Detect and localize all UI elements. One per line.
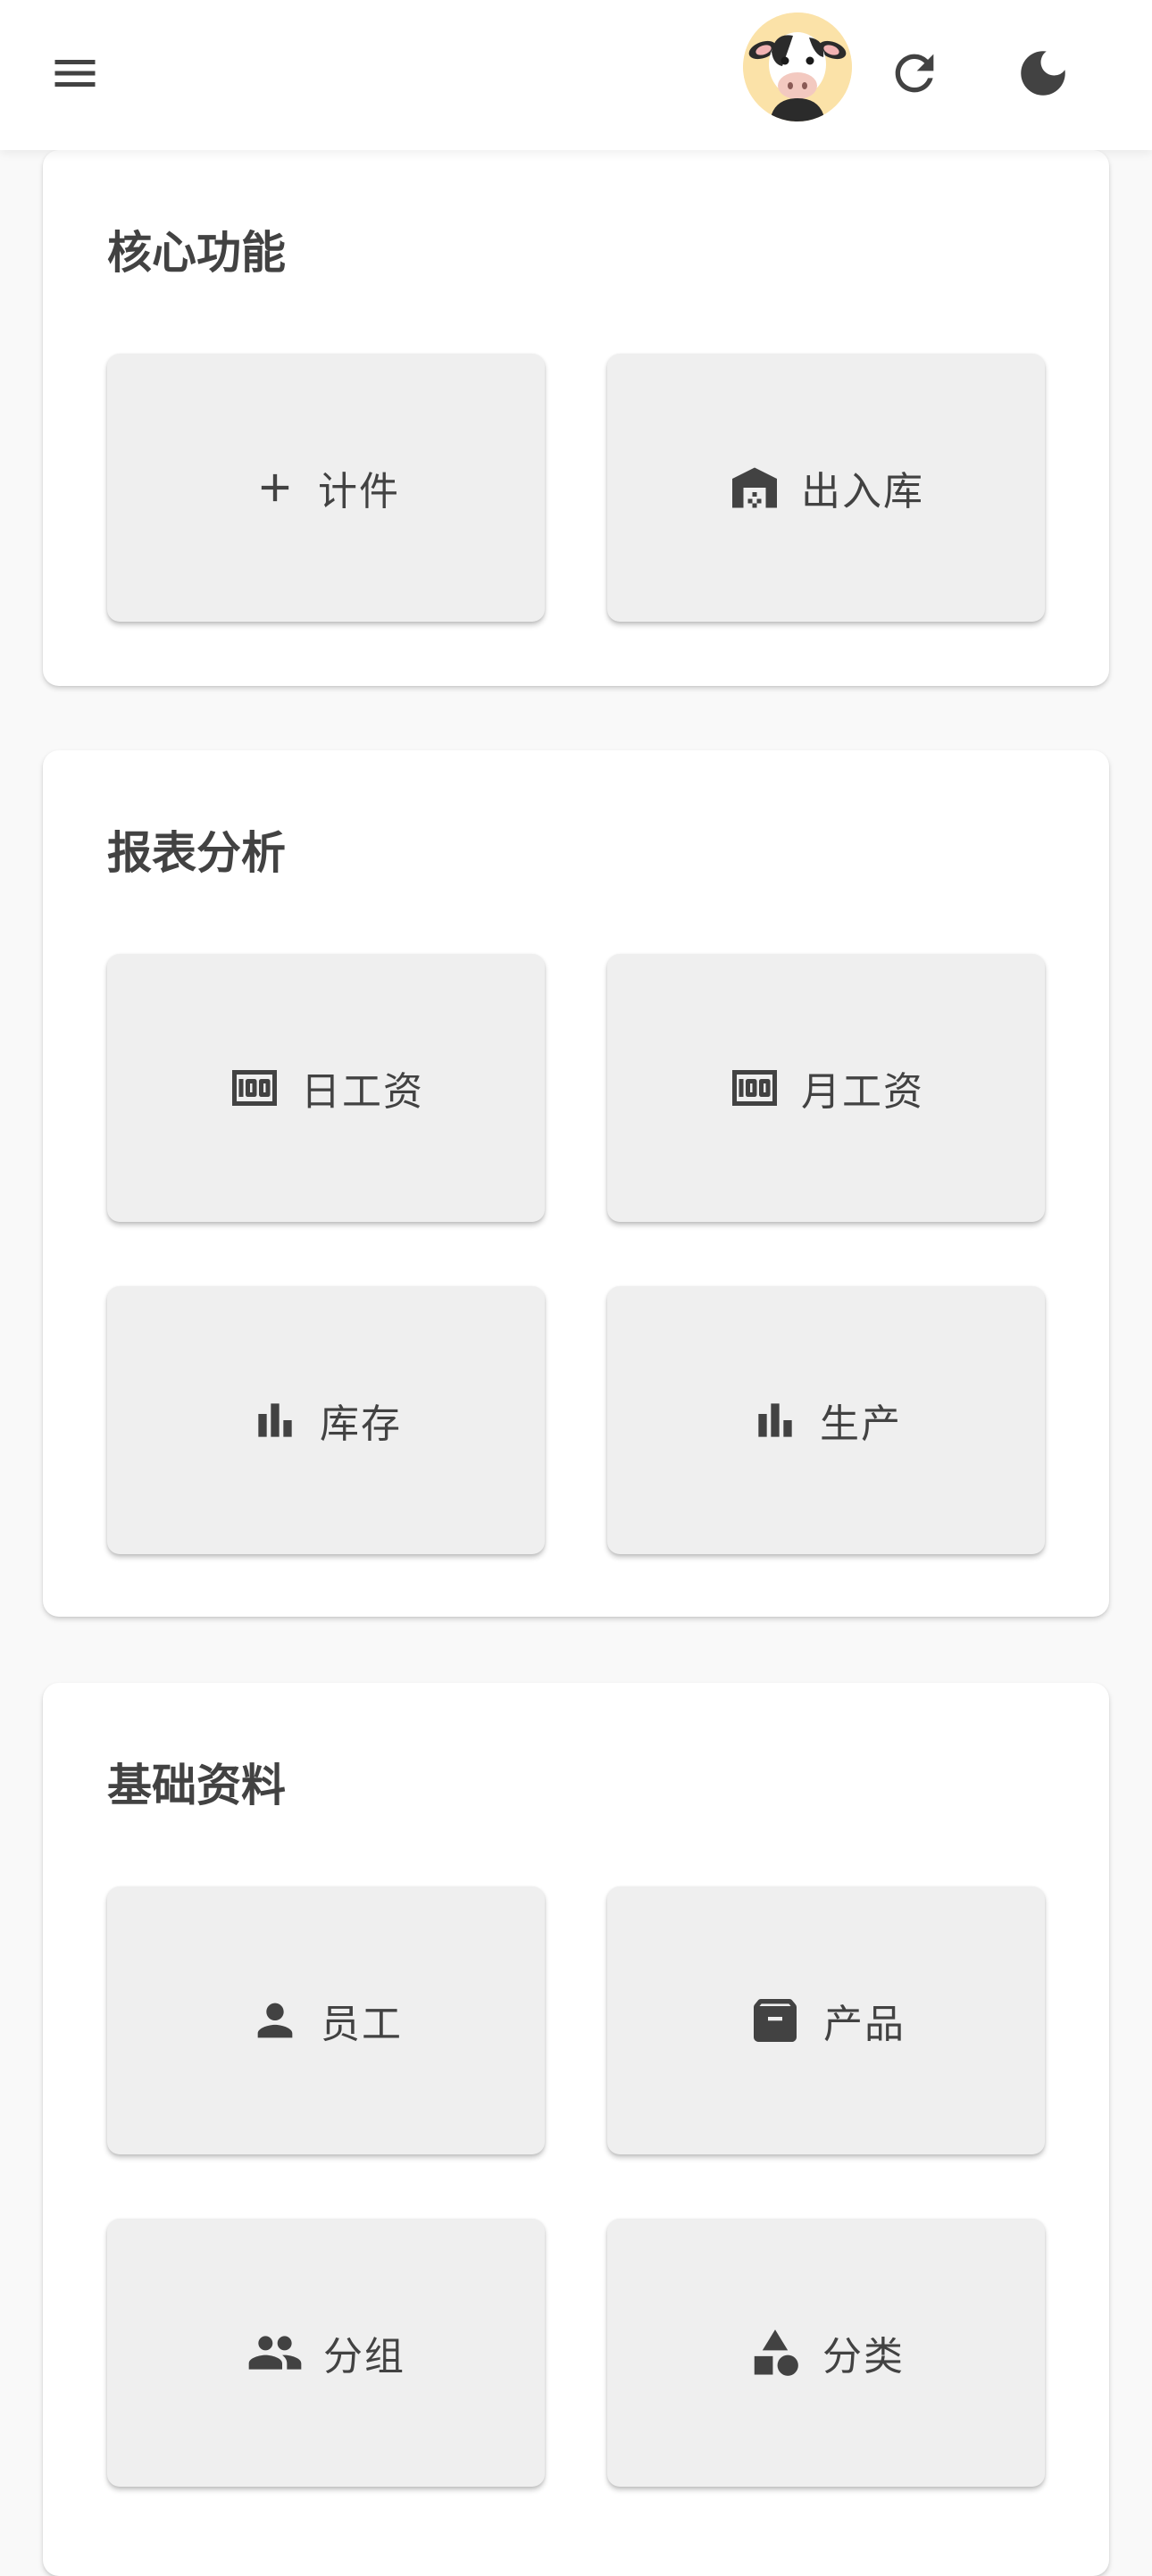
- tile-label: 产品: [823, 2002, 906, 2047]
- tile-group[interactable]: 分组: [107, 2219, 545, 2487]
- section-title: 报表分析: [107, 827, 286, 879]
- bar-chart-icon: [250, 1395, 300, 1445]
- tile-label: 出入库: [801, 469, 924, 514]
- money-icon: [728, 1061, 781, 1115]
- menu-icon: [48, 46, 102, 104]
- menu-button[interactable]: [32, 32, 118, 118]
- person-icon: [249, 1995, 301, 2046]
- tile-category[interactable]: 分类: [607, 2219, 1045, 2487]
- tile-warehouse[interactable]: 出入库: [607, 354, 1045, 622]
- tile-daily-wage[interactable]: 日工资: [107, 954, 545, 1222]
- bar-chart-icon: [750, 1395, 800, 1445]
- category-icon: [747, 2325, 803, 2380]
- tile-label: 分组: [323, 2334, 405, 2379]
- section-reports: 报表分析 日工资 月工资 库存 生产: [43, 750, 1109, 1617]
- group-icon: [246, 2324, 304, 2381]
- archive-icon: [747, 1992, 804, 2049]
- tile-label: 库存: [320, 1401, 402, 1447]
- dark-mode-icon: [1014, 44, 1073, 106]
- tile-production-report[interactable]: 生产: [607, 1286, 1045, 1554]
- tile-label: 日工资: [301, 1069, 424, 1115]
- tile-employee[interactable]: 员工: [107, 1886, 545, 2154]
- tile-label: 员工: [321, 2002, 403, 2047]
- tile-label: 计件: [318, 469, 400, 514]
- plus-icon: [252, 464, 298, 511]
- section-basic-data: 基础资料 员工 产品 分组 分类: [43, 1683, 1109, 2576]
- section-core: 核心功能 计件 出入库: [43, 150, 1109, 686]
- tile-label: 分类: [822, 2334, 905, 2379]
- tile-inventory-report[interactable]: 库存: [107, 1286, 545, 1554]
- money-icon: [228, 1061, 281, 1115]
- tile-product[interactable]: 产品: [607, 1886, 1045, 2154]
- dark-mode-button[interactable]: [1000, 32, 1086, 118]
- tile-piecework[interactable]: 计件: [107, 354, 545, 622]
- refresh-icon: [886, 45, 943, 105]
- section-title: 基础资料: [107, 1760, 286, 1811]
- tile-label: 生产: [820, 1401, 902, 1447]
- tile-label: 月工资: [801, 1069, 924, 1115]
- tile-monthly-wage[interactable]: 月工资: [607, 954, 1045, 1222]
- cow-avatar-icon: [743, 13, 852, 121]
- app-bar: [0, 0, 1152, 150]
- warehouse-icon: [728, 461, 781, 514]
- refresh-button[interactable]: [872, 32, 957, 118]
- avatar[interactable]: [743, 13, 852, 121]
- section-title: 核心功能: [107, 227, 286, 279]
